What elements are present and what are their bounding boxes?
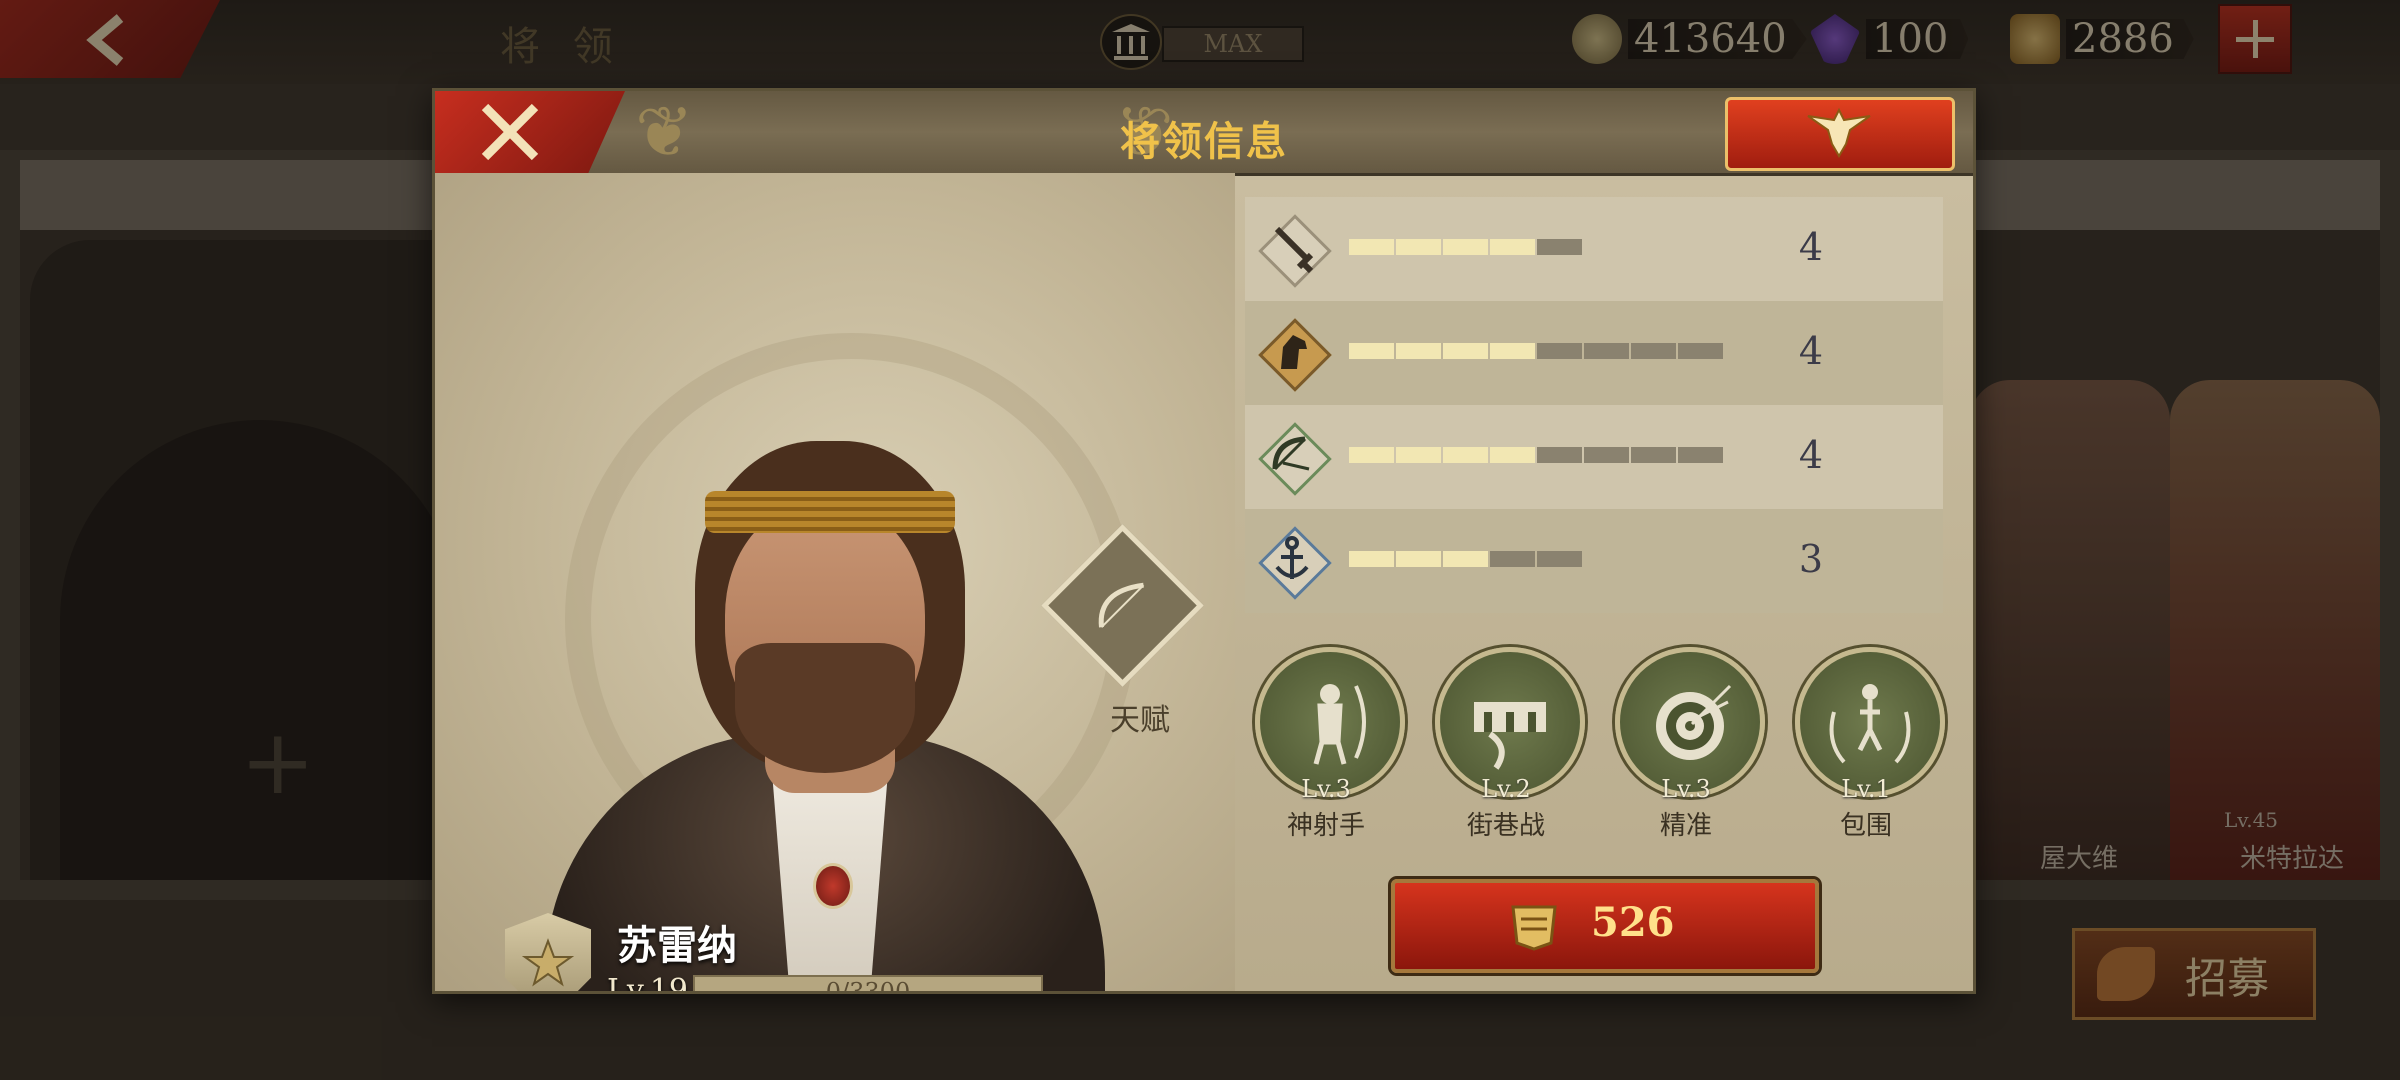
sword-icon	[1258, 214, 1332, 288]
skill-level: Lv.3	[1661, 775, 1711, 803]
stat-segment	[1396, 239, 1441, 255]
stat-row-navy: 3	[1245, 509, 1943, 613]
stat-segment	[1349, 447, 1394, 463]
skill-level: Lv.3	[1301, 775, 1351, 803]
stat-value: 3	[1798, 537, 1824, 581]
stat-segment	[1349, 343, 1394, 359]
hero-portrait-area: 天赋 苏雷纳 Lv.19 0/3300	[435, 173, 1235, 991]
skill-name: 精准	[1659, 811, 1712, 841]
hero-rank-badge	[505, 913, 591, 991]
hero-pendant	[813, 863, 853, 909]
stat-segment	[1631, 447, 1676, 463]
stat-value: 4	[1798, 433, 1824, 477]
hero-level: Lv.19	[607, 973, 689, 994]
talent-label: 天赋	[1110, 703, 1170, 738]
stat-segment	[1584, 343, 1629, 359]
stat-segment	[1537, 551, 1582, 567]
stat-segment	[1584, 447, 1629, 463]
exp-text: 0/3300	[825, 978, 911, 994]
stat-segment	[1490, 343, 1535, 359]
eagle-button[interactable]	[1725, 97, 1955, 171]
stat-bar	[1349, 239, 1582, 255]
skill-name: 包围	[1839, 811, 1892, 841]
stat-row-infantry: 4	[1245, 197, 1943, 301]
stat-segment	[1490, 239, 1535, 255]
skill-level: Lv.1	[1841, 775, 1891, 803]
stat-segment	[1490, 551, 1535, 567]
stat-segment	[1396, 447, 1441, 463]
horse-icon	[1258, 318, 1332, 392]
stat-segment	[1396, 551, 1441, 567]
skill-name: 街巷战	[1466, 811, 1545, 841]
stat-segment	[1443, 447, 1488, 463]
stat-segment	[1678, 343, 1723, 359]
skill-encircle[interactable]: Lv.1 包围	[1791, 647, 1945, 847]
stat-segment	[1349, 551, 1394, 567]
bow-icon	[1258, 422, 1332, 496]
spqr-token-icon	[1511, 905, 1557, 951]
hero-beard	[735, 643, 915, 773]
exp-bar: 0/3300	[693, 975, 1043, 994]
stat-segment	[1443, 343, 1488, 359]
stat-value: 4	[1798, 225, 1824, 269]
star-icon	[522, 938, 574, 987]
stat-segment	[1537, 239, 1582, 255]
stat-segment	[1537, 343, 1582, 359]
skill-street-fight[interactable]: Lv.2 街巷战	[1431, 647, 1585, 847]
stat-segment	[1631, 343, 1676, 359]
stat-bar	[1349, 343, 1723, 359]
skill-name: 神射手	[1286, 811, 1365, 841]
stat-segment	[1537, 447, 1582, 463]
close-icon	[481, 103, 539, 161]
skill-precision[interactable]: Lv.3 精准	[1611, 647, 1765, 847]
stat-value: 4	[1798, 329, 1824, 373]
stat-row-archer: 4	[1245, 405, 1943, 509]
stat-bar	[1349, 447, 1723, 463]
price-label: 526	[1591, 899, 1675, 946]
skill-marksman[interactable]: Lv.3 神射手	[1251, 647, 1405, 847]
stat-segment	[1396, 343, 1441, 359]
hero-headband	[705, 491, 955, 533]
stat-segment	[1443, 239, 1488, 255]
skill-level: Lv.2	[1481, 775, 1531, 803]
stat-row-cavalry: 4	[1245, 301, 1943, 405]
stat-segment	[1678, 447, 1723, 463]
stat-segment	[1443, 551, 1488, 567]
anchor-icon	[1258, 526, 1332, 600]
stat-segment	[1349, 239, 1394, 255]
hero-name: 苏雷纳	[617, 922, 737, 969]
stat-bar	[1349, 551, 1582, 567]
eagle-icon	[1807, 107, 1871, 158]
recruit-hero-button[interactable]: 526	[1391, 879, 1819, 973]
bow-talent-icon	[1098, 582, 1145, 628]
hero-info-modal: ❦ ❦ 将领信息 天赋 苏雷纳 Lv.19 0/3300 4 4 4 3 Lv.…	[432, 88, 1976, 994]
stat-segment	[1490, 447, 1535, 463]
